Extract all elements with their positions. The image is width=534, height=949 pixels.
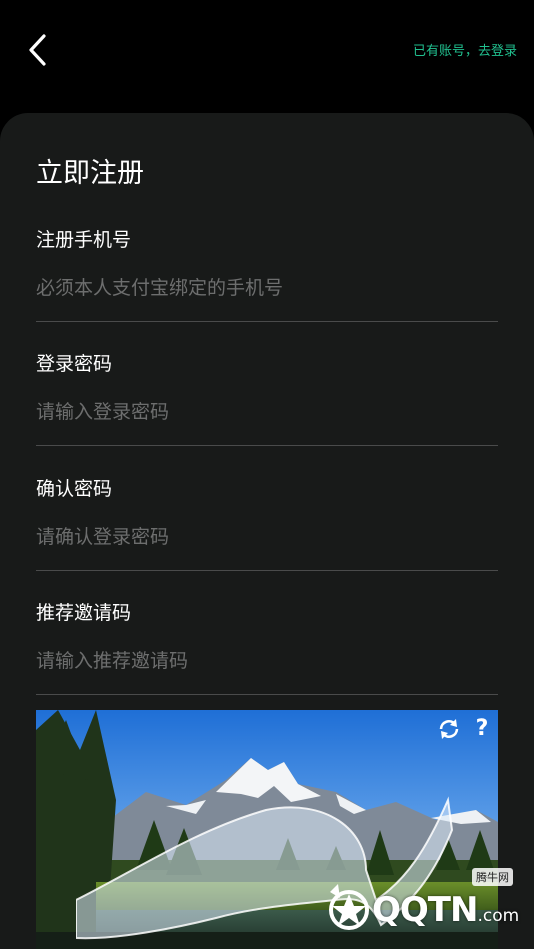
phone-input[interactable] — [36, 269, 498, 307]
divider — [36, 321, 498, 322]
register-card: 立即注册 注册手机号 登录密码 确认密码 推荐邀请码 — [0, 113, 534, 949]
watermark-logo-suffix: .com — [477, 906, 520, 926]
divider — [36, 570, 498, 571]
go-login-link[interactable]: 已有账号，去登录 — [413, 40, 517, 59]
watermark-emblem — [329, 884, 369, 930]
confirm-password-label: 确认密码 — [36, 478, 113, 500]
captcha-help-button[interactable]: ? — [467, 714, 497, 744]
watermark-logo-main: QQTN — [372, 890, 478, 930]
refresh-icon — [439, 719, 459, 739]
phone-field: 注册手机号 — [36, 225, 498, 335]
help-icon: ? — [475, 716, 489, 741]
divider — [36, 694, 498, 695]
password-input[interactable] — [36, 393, 498, 431]
confirm-password-input[interactable] — [36, 518, 498, 556]
captcha-refresh-button[interactable] — [434, 714, 464, 744]
invite-code-field: 推荐邀请码 — [36, 598, 498, 708]
watermark-site-name: 腾牛网 — [472, 868, 513, 886]
site-watermark: 腾牛网 QQTN.com — [326, 866, 526, 946]
page-title: 立即注册 — [36, 158, 144, 189]
back-button[interactable] — [22, 30, 56, 70]
password-label: 登录密码 — [36, 353, 113, 375]
invite-code-input[interactable] — [36, 642, 498, 680]
watermark-logo: QQTN.com — [372, 890, 519, 930]
confirm-password-field: 确认密码 — [36, 474, 498, 584]
chevron-left-icon — [29, 34, 46, 66]
top-bar: 已有账号，去登录 — [0, 0, 534, 100]
invite-code-label: 推荐邀请码 — [36, 602, 132, 624]
phone-label: 注册手机号 — [36, 229, 132, 251]
password-field: 登录密码 — [36, 349, 498, 459]
divider — [36, 445, 498, 446]
